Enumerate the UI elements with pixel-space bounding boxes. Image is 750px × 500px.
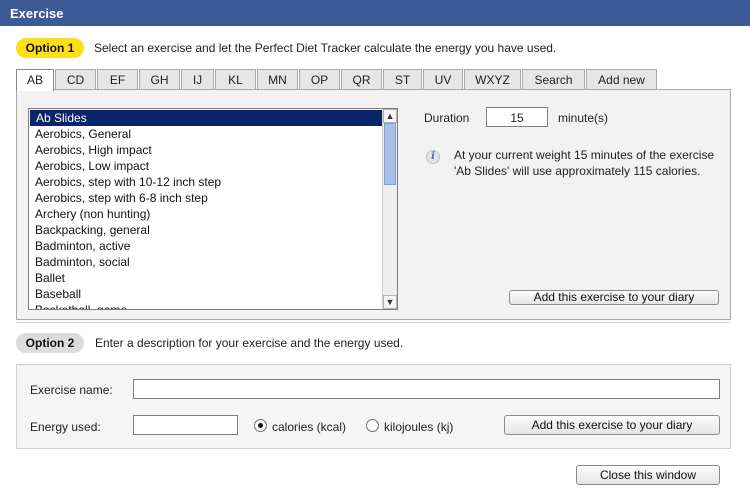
- list-item[interactable]: Aerobics, step with 10-12 inch step: [29, 174, 383, 190]
- info-icon: i: [426, 150, 440, 164]
- tab-qr[interactable]: QR: [341, 69, 382, 90]
- list-item[interactable]: Badminton, active: [29, 238, 383, 254]
- list-item[interactable]: Aerobics, Low impact: [29, 158, 383, 174]
- list-item[interactable]: Badminton, social: [29, 254, 383, 270]
- energy-used-label: Energy used:: [30, 420, 101, 434]
- list-scrollbar[interactable]: ▲ ▼: [382, 109, 397, 309]
- list-item[interactable]: Aerobics, General: [29, 126, 383, 142]
- scroll-up-icon[interactable]: ▲: [383, 109, 397, 123]
- duration-label: Duration: [424, 111, 470, 125]
- tab-search[interactable]: Search: [522, 69, 585, 90]
- section-divider: [16, 322, 731, 323]
- option2-description: Enter a description for your exercise an…: [95, 336, 404, 350]
- tab-kl[interactable]: KL: [215, 69, 256, 90]
- kilojoules-radio[interactable]: [366, 419, 379, 432]
- tab-ij[interactable]: IJ: [181, 69, 214, 90]
- kilojoules-radio-label[interactable]: kilojoules (kj): [384, 420, 453, 434]
- tab-ab[interactable]: AB: [16, 69, 54, 91]
- tab-add-new[interactable]: Add new: [586, 69, 657, 90]
- custom-exercise-panel: [16, 364, 731, 449]
- tab-op[interactable]: OP: [299, 69, 340, 90]
- option1-description: Select an exercise and let the Perfect D…: [94, 41, 557, 55]
- tab-uv[interactable]: UV: [423, 69, 463, 90]
- calorie-estimate-text: At your current weight 15 minutes of the…: [454, 148, 715, 178]
- exercise-name-label: Exercise name:: [30, 383, 113, 397]
- exercise-name-field[interactable]: [133, 379, 720, 399]
- window-title: Exercise: [0, 0, 750, 26]
- tab-wxyz[interactable]: WXYZ: [464, 69, 521, 90]
- add-exercise-button[interactable]: Add this exercise to your diary: [509, 290, 719, 305]
- add-custom-exercise-button[interactable]: Add this exercise to your diary: [504, 415, 720, 435]
- scroll-thumb[interactable]: [384, 123, 396, 185]
- list-item[interactable]: Aerobics, step with 6-8 inch step: [29, 190, 383, 206]
- exercise-list[interactable]: Ab Slides Aerobics, General Aerobics, Hi…: [28, 108, 398, 310]
- tab-mn[interactable]: MN: [257, 69, 298, 90]
- tab-ef[interactable]: EF: [97, 69, 138, 90]
- calories-radio[interactable]: [254, 419, 267, 432]
- tab-cd[interactable]: CD: [55, 69, 96, 90]
- list-item[interactable]: Baseball: [29, 286, 383, 302]
- energy-used-field[interactable]: [133, 415, 238, 435]
- tab-gh[interactable]: GH: [139, 69, 180, 90]
- option2-badge: Option 2: [16, 333, 84, 353]
- option1-badge: Option 1: [16, 38, 84, 58]
- tab-st[interactable]: ST: [383, 69, 422, 90]
- list-item[interactable]: Ballet: [29, 270, 383, 286]
- list-item[interactable]: Backpacking, general: [29, 222, 383, 238]
- calories-radio-label[interactable]: calories (kcal): [272, 420, 346, 434]
- list-item[interactable]: Aerobics, High impact: [29, 142, 383, 158]
- duration-unit: minute(s): [558, 111, 609, 125]
- list-item[interactable]: Ab Slides: [30, 110, 382, 126]
- duration-input[interactable]: 15: [486, 107, 548, 127]
- scroll-down-icon[interactable]: ▼: [383, 295, 397, 309]
- close-window-button[interactable]: Close this window: [576, 465, 720, 485]
- list-item[interactable]: Basketball, game: [29, 302, 383, 309]
- list-item[interactable]: Archery (non hunting): [29, 206, 383, 222]
